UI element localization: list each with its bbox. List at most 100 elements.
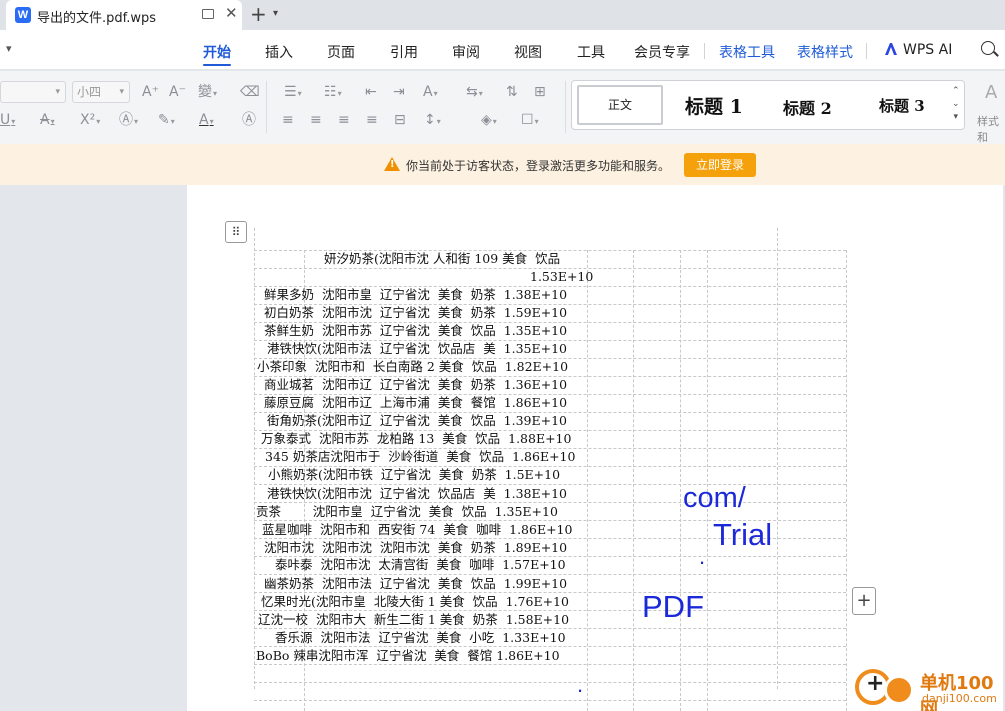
sort-icon[interactable]: ⇅ xyxy=(506,83,518,101)
table-row[interactable]: 泰咔泰 沈阳市沈 太清宫街 美食 咖啡 1.57E+10 xyxy=(275,557,566,573)
chinese-layout-icon[interactable]: A▾ xyxy=(423,83,438,103)
style-gallery-scroll[interactable]: ⌃ ⌄ ▾ xyxy=(952,85,960,124)
table-row[interactable]: 万象泰式 沈阳市苏 龙柏路 13 美食 饮品 1.88E+10 xyxy=(261,431,571,447)
grow-font-icon[interactable]: A⁺ xyxy=(142,83,159,101)
justify-icon[interactable]: ≡ xyxy=(366,111,378,129)
table-row[interactable]: 蓝星咖啡 沈阳市和 西安街 74 美食 咖啡 1.86E+10 xyxy=(262,522,572,538)
table-row[interactable]: 贡茶 沈阳市皇 辽宁省沈 美食 饮品 1.35E+10 xyxy=(256,504,558,520)
table-row[interactable]: 辽沈一校 沈阳市大 新生二街 1 美食 奶茶 1.58E+10 xyxy=(258,612,569,628)
decrease-indent-icon[interactable]: ⇤ xyxy=(365,83,377,101)
style-heading1[interactable]: 标题 1 xyxy=(685,92,743,119)
table-row[interactable]: 藤原豆腐 沈阳市辽 上海市浦 美食 餐馆 1.86E+10 xyxy=(264,395,567,411)
styles-pane-icon[interactable]: A xyxy=(985,82,997,103)
table-row[interactable]: 1.53E+10 xyxy=(530,269,593,285)
style-heading3[interactable]: 标题 3 xyxy=(879,95,925,116)
document-tab[interactable]: W 导出的文件.pdf.wps ✕ xyxy=(6,0,242,30)
text-direction-icon[interactable]: ⇆▾ xyxy=(466,83,483,103)
table-row[interactable]: 345 奶茶店沈阳市于 沙岭街道 美食 饮品 1.86E+10 xyxy=(265,449,575,465)
show-marks-icon[interactable]: ⊞ xyxy=(534,83,546,101)
menu-table-style[interactable]: 表格样式 xyxy=(797,42,853,62)
watermark-text: com/ xyxy=(683,482,746,514)
chevron-down-icon: ▾ xyxy=(55,87,60,97)
distributed-align-icon[interactable]: ⊟ xyxy=(394,111,406,129)
text-effect-icon[interactable]: Ⓐ▾ xyxy=(119,111,138,131)
menu-member[interactable]: 会员专享 xyxy=(634,42,690,62)
close-tab-icon[interactable]: ✕ xyxy=(225,4,238,22)
table-row[interactable]: 小熊奶茶(沈阳市铁 辽宁省沈 美食 奶茶 1.5E+10 xyxy=(268,467,560,483)
table-row-line xyxy=(254,664,846,665)
ribbon-divider xyxy=(266,81,267,133)
styles-pane-label[interactable]: 样式和 xyxy=(977,113,1005,145)
underline-icon[interactable]: U▾ xyxy=(0,111,15,131)
table-column-line xyxy=(633,250,634,711)
login-button[interactable]: 立即登录 xyxy=(684,153,756,177)
shading-icon[interactable]: ◈▾ xyxy=(481,111,497,131)
menu-view[interactable]: 视图 xyxy=(514,42,542,62)
menu-reference[interactable]: 引用 xyxy=(390,42,418,62)
menu-home[interactable]: 开始 xyxy=(203,42,231,66)
wps-ai-icon[interactable] xyxy=(884,42,898,56)
style-normal[interactable]: 正文 xyxy=(577,85,663,125)
menu-table-tools[interactable]: 表格工具 xyxy=(719,42,775,62)
table-row-line xyxy=(254,484,846,485)
table-row[interactable]: 鲜果多奶 沈阳市皇 辽宁省沈 美食 奶茶 1.38E+10 xyxy=(264,287,567,303)
table-row[interactable]: BoBo 辣串沈阳市浑 辽宁省沈 美食 餐馆 1.86E+10 xyxy=(256,648,560,664)
menu-tools[interactable]: 工具 xyxy=(577,42,605,62)
numbered-list-icon[interactable]: ☷▾ xyxy=(324,83,342,103)
line-spacing-icon[interactable]: ↕▾ xyxy=(424,111,441,131)
bullet-list-icon[interactable]: ☰▾ xyxy=(284,83,302,103)
menu-review[interactable]: 审阅 xyxy=(452,42,480,62)
watermark-text: . xyxy=(577,672,584,697)
phonetic-guide-icon[interactable]: 變▾ xyxy=(198,83,217,103)
new-tab-dropdown-icon[interactable]: ▾ xyxy=(273,8,278,19)
table-row-line xyxy=(254,574,846,575)
table-row[interactable]: 街角奶茶(沈阳市辽 辽宁省沈 美食 饮品 1.39E+10 xyxy=(267,413,567,429)
font-family-select[interactable]: ▾ xyxy=(0,81,66,103)
watermark-text: PDF xyxy=(642,589,704,624)
monitor-icon[interactable] xyxy=(202,9,214,19)
shrink-font-icon[interactable]: A⁻ xyxy=(169,83,186,101)
watermark-text: . xyxy=(699,544,706,569)
new-tab-plus-icon[interactable]: + xyxy=(250,2,267,26)
increase-indent-icon[interactable]: ⇥ xyxy=(393,83,405,101)
clear-format-icon[interactable]: ⌫ xyxy=(240,83,260,101)
table-row[interactable]: 茶鲜生奶 沈阳市苏 辽宁省沈 美食 饮品 1.35E+10 xyxy=(264,323,567,339)
strikethrough-icon[interactable]: A▾ xyxy=(40,111,55,131)
table-row[interactable]: 小茶印象 沈阳市和 长白南路 2 美食 饮品 1.82E+10 xyxy=(257,359,568,375)
table-row[interactable]: 香乐源 沈阳市法 辽宁省沈 美食 小吃 1.33E+10 xyxy=(275,630,566,646)
table-row[interactable]: 沈阳市沈 沈阳市沈 沈阳市沈 美食 奶茶 1.89E+10 xyxy=(264,540,567,556)
table-move-handle[interactable]: ⠿ xyxy=(225,221,247,243)
align-left-icon[interactable]: ≡ xyxy=(282,111,294,129)
table-row-line xyxy=(254,610,846,611)
site-logo-icon xyxy=(884,675,914,705)
superscript-icon[interactable]: X²▾ xyxy=(80,111,100,131)
highlight-color-icon[interactable]: ✎▾ xyxy=(158,111,175,131)
font-size-value: 小四 xyxy=(77,85,102,99)
chevron-down-icon[interactable]: ▾ xyxy=(6,42,12,55)
font-color-icon[interactable]: A▾ xyxy=(199,111,214,131)
document-tab-title: 导出的文件.pdf.wps xyxy=(37,11,157,26)
menu-page[interactable]: 页面 xyxy=(327,42,355,62)
table-column-line xyxy=(707,250,708,711)
table-row[interactable]: 妍汐奶茶(沈阳市沈 人和街 109 美食 饮品 xyxy=(324,251,560,267)
menu-insert[interactable]: 插入 xyxy=(265,42,293,62)
menu-wps-ai[interactable]: WPS AI xyxy=(903,42,952,58)
search-icon[interactable] xyxy=(981,41,995,55)
style-heading2[interactable]: 标题 2 xyxy=(783,95,832,119)
align-center-icon[interactable]: ≡ xyxy=(310,111,322,129)
table-row[interactable]: 幽茶奶茶 沈阳市法 辽宁省沈 美食 饮品 1.99E+10 xyxy=(264,576,567,592)
table-row[interactable]: 商业城茗 沈阳市辽 辽宁省沈 美食 奶茶 1.36E+10 xyxy=(264,377,567,393)
table-column-line xyxy=(846,250,847,711)
add-column-button[interactable]: + xyxy=(852,587,876,615)
table-row[interactable]: 港铁快饮(沈阳市法 辽宁省沈 饮品店 美 1.35E+10 xyxy=(267,341,567,357)
align-right-icon[interactable]: ≡ xyxy=(338,111,350,129)
table-column-line xyxy=(777,228,778,689)
table-row[interactable]: 初白奶茶 沈阳市沈 辽宁省沈 美食 奶茶 1.59E+10 xyxy=(264,305,567,321)
font-size-select[interactable]: 小四 ▾ xyxy=(72,81,130,103)
table-column-line xyxy=(254,228,255,689)
warning-icon xyxy=(384,157,400,171)
table-row[interactable]: 忆果时光(沈阳市皇 北陵大街 1 美食 饮品 1.76E+10 xyxy=(261,594,569,610)
char-shading-icon[interactable]: Ⓐ xyxy=(242,111,256,129)
borders-icon[interactable]: ☐▾ xyxy=(521,111,539,131)
table-row[interactable]: 港铁快饮(沈阳市沈 辽宁省沈 饮品店 美 1.38E+10 xyxy=(267,486,567,502)
